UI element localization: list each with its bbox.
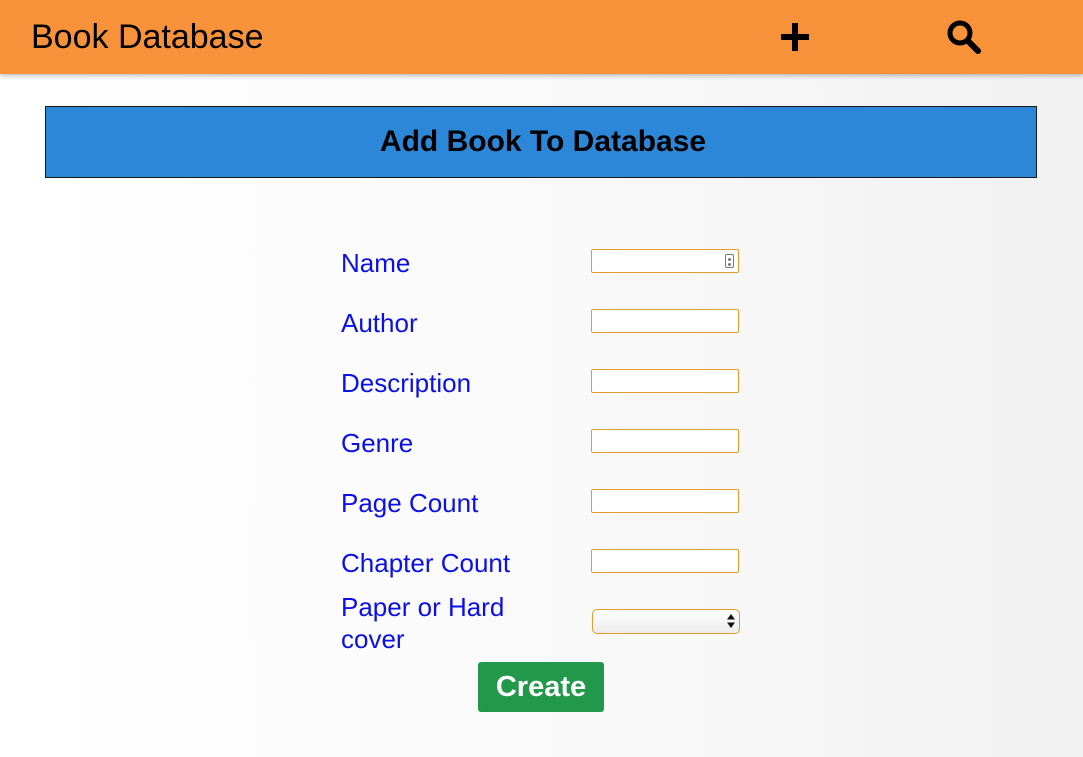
contact-autofill-icon[interactable] bbox=[725, 254, 734, 268]
genre-field[interactable] bbox=[591, 429, 739, 453]
genre-label: Genre bbox=[341, 428, 414, 458]
cover-type-label: Paper or Hard cover bbox=[341, 592, 505, 654]
description-field[interactable] bbox=[591, 369, 739, 393]
name-label: Name bbox=[341, 248, 411, 278]
page-count-field[interactable] bbox=[591, 489, 739, 513]
description-label: Description bbox=[341, 368, 472, 398]
author-label: Author bbox=[341, 308, 418, 338]
form-header: Add Book To Database bbox=[45, 106, 1037, 178]
page-count-label: Page Count bbox=[341, 488, 479, 518]
name-field[interactable] bbox=[591, 249, 739, 273]
chapter-count-field[interactable] bbox=[591, 549, 739, 573]
cover-type-select[interactable] bbox=[592, 609, 740, 634]
chapter-count-label: Chapter Count bbox=[341, 548, 511, 578]
search-button[interactable] bbox=[943, 16, 985, 58]
select-arrows-icon bbox=[727, 614, 735, 628]
create-button[interactable]: Create bbox=[478, 662, 604, 712]
search-icon bbox=[947, 20, 981, 54]
author-field[interactable] bbox=[591, 309, 739, 333]
app-brand[interactable]: Book Database bbox=[31, 17, 264, 57]
plus-icon bbox=[781, 23, 809, 51]
top-navbar: Book Database bbox=[0, 0, 1083, 74]
form-title: Add Book To Database bbox=[379, 125, 707, 158]
add-book-button[interactable] bbox=[774, 16, 816, 58]
